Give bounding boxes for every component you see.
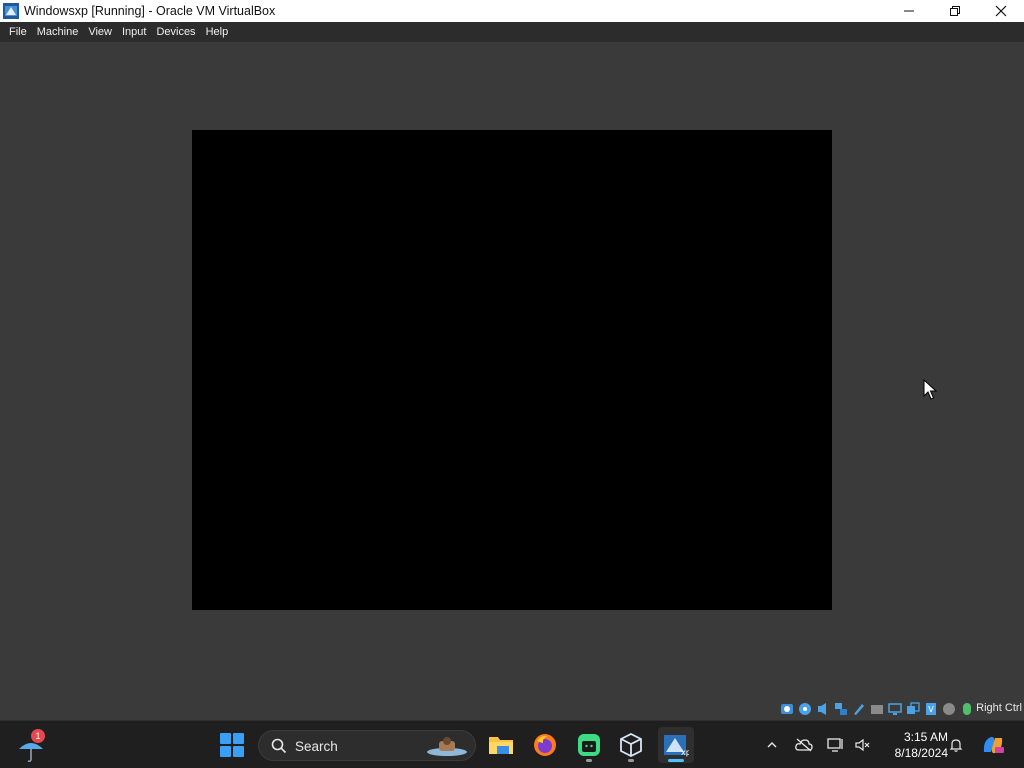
device-indicators: V xyxy=(779,701,974,717)
taskbar-clock[interactable]: 3:15 AM 8/18/2024 xyxy=(878,729,948,761)
file-explorer-button[interactable] xyxy=(483,727,519,763)
mouse-integration-icon[interactable] xyxy=(959,702,974,717)
cloud-offline-icon xyxy=(795,738,813,752)
taskbar: 1 Search xp 3:15 AM 8/18/2024 xyxy=(0,720,1024,768)
virtualbox-icon xyxy=(620,733,642,757)
running-indicator xyxy=(586,759,592,762)
bell-icon xyxy=(949,739,963,752)
start-tile xyxy=(220,746,231,757)
search-placeholder: Search xyxy=(295,739,338,754)
recording-icon[interactable]: V xyxy=(923,702,938,717)
search-icon xyxy=(271,738,287,754)
menu-devices[interactable]: Devices xyxy=(151,22,200,42)
search-highlight-image xyxy=(427,737,467,756)
taskbar-search-box[interactable]: Search xyxy=(258,730,476,761)
windowsxp-vm-icon: xp xyxy=(664,735,689,757)
notification-badge: 1 xyxy=(31,729,45,743)
copilot-button[interactable] xyxy=(980,731,1006,759)
menu-input[interactable]: Input xyxy=(117,22,151,42)
volume-tray[interactable] xyxy=(852,731,872,759)
shared-folders-icon[interactable] xyxy=(869,702,884,717)
clock-time: 3:15 AM xyxy=(903,730,948,744)
clock-date: 8/18/2024 xyxy=(894,746,948,760)
active-indicator xyxy=(668,759,684,762)
menu-file[interactable]: File xyxy=(4,22,32,42)
copilot-icon xyxy=(983,736,1004,754)
close-button[interactable] xyxy=(978,0,1024,22)
svg-text:V: V xyxy=(928,705,934,714)
menu-machine[interactable]: Machine xyxy=(32,22,84,42)
network-status-icon xyxy=(827,738,843,752)
firefox-icon xyxy=(534,734,556,756)
show-hidden-icons-button[interactable] xyxy=(762,731,782,759)
volume-muted-icon xyxy=(855,738,870,752)
host-key-label: Right Ctrl xyxy=(976,702,1022,714)
window-controls xyxy=(886,0,1024,22)
virtualbox-app-icon[interactable] xyxy=(3,3,19,19)
start-tile xyxy=(233,733,244,744)
android-app-button[interactable] xyxy=(571,727,607,763)
title-bar: Windowsxp [Running] - Oracle VM VirtualB… xyxy=(0,0,1024,22)
menu-help[interactable]: Help xyxy=(201,22,234,42)
vm-screen[interactable] xyxy=(192,130,832,610)
window-title: Windowsxp [Running] - Oracle VM VirtualB… xyxy=(24,4,276,18)
cpu-icon[interactable] xyxy=(941,702,956,717)
hard-disk-icon[interactable] xyxy=(779,702,794,717)
optical-drive-icon[interactable] xyxy=(797,702,812,717)
onedrive-tray[interactable] xyxy=(794,731,814,759)
vm-status-bar: V Right Ctrl xyxy=(0,698,1024,720)
virtualbox-button[interactable] xyxy=(613,727,649,763)
start-tile xyxy=(220,733,231,744)
display-icon[interactable] xyxy=(887,702,902,717)
windowsxp-vm-button[interactable]: xp xyxy=(658,727,694,763)
start-tile xyxy=(233,746,244,757)
audio-icon[interactable] xyxy=(815,702,830,717)
android-app-icon xyxy=(578,734,600,756)
vm-display-area xyxy=(0,42,1024,698)
network-tray[interactable] xyxy=(826,731,846,759)
weather-widget[interactable]: 1 xyxy=(16,729,50,762)
start-button[interactable] xyxy=(220,733,244,757)
running-indicator xyxy=(628,759,634,762)
chevron-up-icon xyxy=(767,742,777,748)
maximize-button[interactable] xyxy=(932,0,978,22)
video-capture-icon[interactable] xyxy=(905,702,920,717)
svg-text:xp: xp xyxy=(681,748,689,757)
file-explorer-icon xyxy=(489,737,513,754)
menu-bar: File Machine View Input Devices Help xyxy=(0,22,1024,42)
firefox-button[interactable] xyxy=(527,727,563,763)
mouse-cursor-icon xyxy=(923,378,938,401)
menu-view[interactable]: View xyxy=(83,22,117,42)
minimize-button[interactable] xyxy=(886,0,932,22)
notifications-button[interactable] xyxy=(946,731,966,759)
network-icon[interactable] xyxy=(833,702,848,717)
usb-icon[interactable] xyxy=(851,702,866,717)
